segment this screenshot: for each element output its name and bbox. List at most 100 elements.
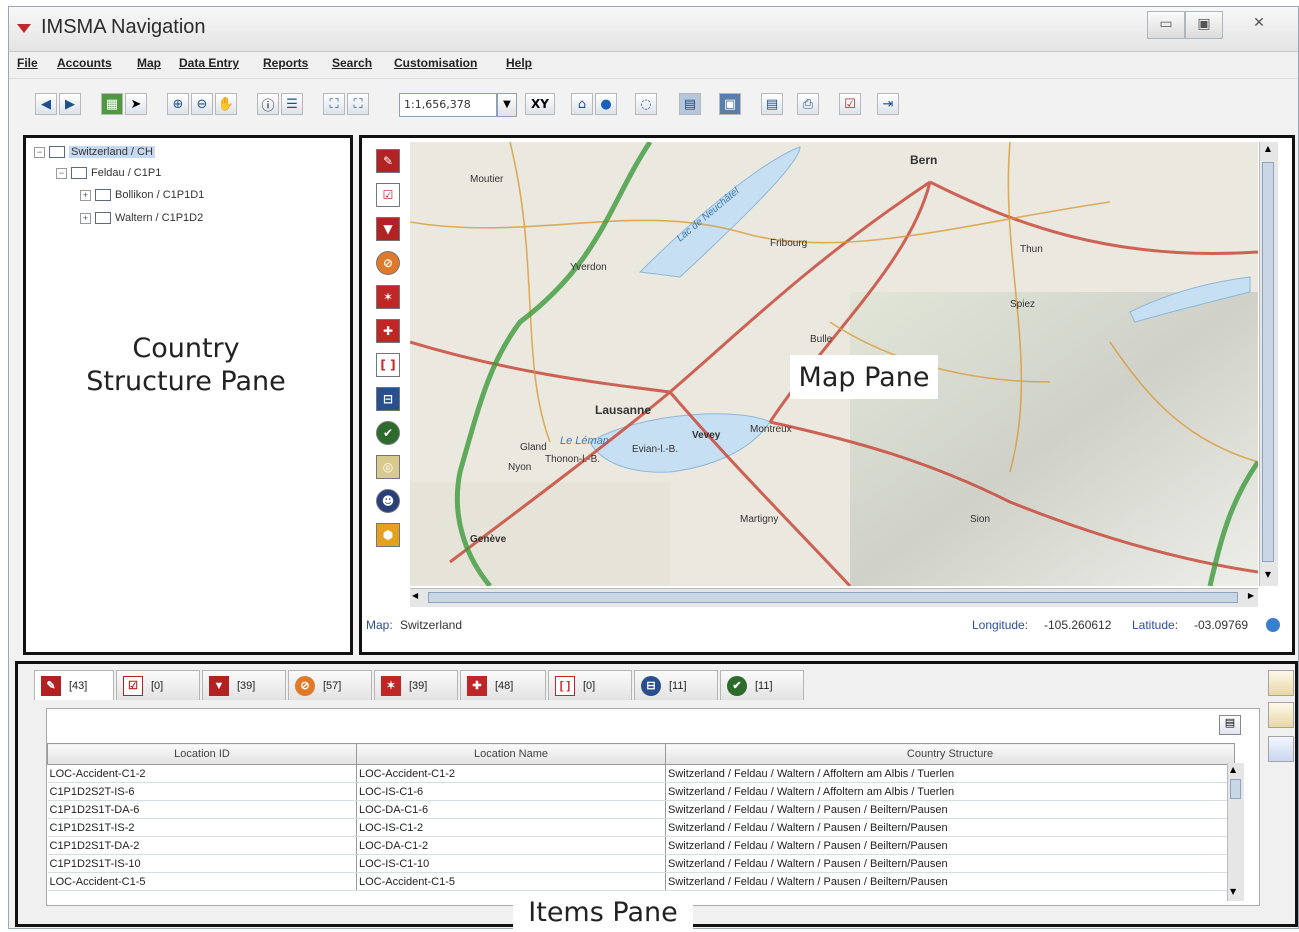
- app-menu-arrow-icon[interactable]: [17, 24, 31, 33]
- print-icon[interactable]: ⎙: [797, 93, 819, 115]
- scroll-right-icon[interactable]: ▶: [1248, 591, 1254, 600]
- scale-dropdown-chevron-icon[interactable]: ▼: [497, 93, 517, 117]
- menu-map[interactable]: Map: [137, 56, 161, 70]
- select-area-icon[interactable]: ▦: [101, 93, 123, 115]
- table-row[interactable]: C1P1D2S1T-IS-10 LOC-IS-C1-10 Switzerland /…: [47, 854, 1235, 873]
- form-icon[interactable]: ▤: [761, 93, 783, 115]
- table-row[interactable]: LOC-Accident-C1-2 LOC-Accident-C1-2 Switze…: [47, 764, 1235, 783]
- map-canvas[interactable]: Bern Lausanne Le Léman Vevey Genève Mont…: [410, 142, 1258, 586]
- tab-no-entry[interactable]: ⊘ [57]: [288, 670, 372, 700]
- menu-accounts[interactable]: Accounts: [57, 56, 112, 70]
- menu-customisation[interactable]: Customisation: [394, 56, 477, 70]
- forward-icon[interactable]: ▶: [59, 93, 81, 115]
- document-icon[interactable]: [1268, 736, 1294, 762]
- info-icon[interactable]: ⓘ: [257, 93, 279, 115]
- collapse-icon[interactable]: −: [56, 167, 67, 179]
- scroll-up-icon[interactable]: ▲: [1262, 144, 1274, 156]
- tab-completed[interactable]: ✔ [11]: [720, 670, 804, 700]
- hexagon-layer-icon[interactable]: ⬢: [376, 523, 400, 547]
- scroll-down-icon[interactable]: ▼: [1262, 570, 1274, 582]
- map-horizontal-scrollbar[interactable]: ◀ ▶: [410, 588, 1258, 607]
- collapse-icon[interactable]: −: [34, 146, 45, 158]
- maximize-button[interactable]: ▣: [1185, 11, 1223, 39]
- task-icon[interactable]: ☑: [839, 93, 861, 115]
- table-row[interactable]: C1P1D2S1T-DA-6 LOC-DA-C1-6 Switzerland / F…: [47, 800, 1235, 819]
- column-header-location-name[interactable]: Location Name: [356, 743, 666, 765]
- globe-icon[interactable]: ●: [595, 93, 617, 115]
- scroll-thumb[interactable]: [1262, 162, 1274, 562]
- map-overview-icon[interactable]: ▣: [719, 93, 741, 115]
- menu-data-entry[interactable]: Data Entry: [179, 56, 239, 70]
- bracket-layer-icon[interactable]: [ ]: [376, 353, 400, 377]
- tree-node-grandchild[interactable]: + Waltern / C1P1D2: [80, 212, 203, 224]
- column-header-location-id[interactable]: Location ID: [47, 743, 357, 765]
- check-layer-icon[interactable]: ✔: [376, 421, 400, 445]
- education-icon: ⊟: [641, 675, 661, 696]
- table-row[interactable]: C1P1D2S1T-DA-2 LOC-DA-C1-2 Switzerland / F…: [47, 836, 1235, 855]
- person-layer-icon[interactable]: ☻: [376, 489, 400, 513]
- star-layer-icon[interactable]: ✶: [376, 285, 400, 309]
- tab-star[interactable]: ✶ [39]: [374, 670, 458, 700]
- table-row[interactable]: C1P1D2S1T-IS-2 LOC-IS-C1-2 Switzerland / F…: [47, 818, 1235, 837]
- folder-icon: [49, 146, 65, 158]
- tree-node-root[interactable]: − Switzerland / CH: [34, 146, 155, 158]
- scroll-thumb[interactable]: [1230, 779, 1241, 799]
- scroll-left-icon[interactable]: ◀: [412, 591, 418, 600]
- globe-icon[interactable]: [1266, 618, 1280, 632]
- table-row[interactable]: C1P1D2S2T-IS-6 LOC-IS-C1-6 Switzerland / F…: [47, 782, 1235, 801]
- victim-layer-icon[interactable]: ✚: [376, 319, 400, 343]
- hazard-layer-icon[interactable]: ▼: [376, 217, 400, 241]
- tab-bracket[interactable]: [ ] [0]: [548, 670, 632, 700]
- cell-location-name: LOC-IS-C1-6: [356, 782, 666, 801]
- attach-icon[interactable]: [1268, 670, 1294, 696]
- scroll-up-icon[interactable]: ▲: [1230, 765, 1236, 774]
- table-options-icon[interactable]: ▤: [1219, 715, 1241, 735]
- map-view-icon[interactable]: ▤: [679, 93, 701, 115]
- scroll-down-icon[interactable]: ▼: [1230, 887, 1236, 896]
- tree-node-child[interactable]: − Feldau / C1P1: [56, 167, 161, 179]
- no-entry-layer-icon[interactable]: ⊘: [376, 251, 400, 275]
- table-row[interactable]: LOC-Accident-C1-5 LOC-Accident-C1-5 Switze…: [47, 872, 1235, 891]
- pan-hand-icon[interactable]: ✋: [215, 93, 237, 115]
- menu-search[interactable]: Search: [332, 56, 372, 70]
- map-vertical-scrollbar[interactable]: ▲ ▼: [1259, 142, 1278, 586]
- accident-layer-icon[interactable]: ✎: [376, 149, 400, 173]
- cell-country-structure: Switzerland / Feldau / Waltern / Pausen …: [665, 872, 1235, 891]
- close-button[interactable]: ✕: [1241, 11, 1277, 37]
- xy-goto-button[interactable]: XY: [525, 93, 555, 115]
- tab-accidents[interactable]: ✎ [43]: [34, 670, 114, 700]
- bracket-icon: [ ]: [555, 675, 575, 696]
- detach-icon[interactable]: [1268, 702, 1294, 728]
- layers-icon[interactable]: ☰: [281, 93, 303, 115]
- menu-help[interactable]: Help: [506, 56, 532, 70]
- zoom-in-icon[interactable]: ⊕: [167, 93, 189, 115]
- fit-extent-icon[interactable]: ⛶: [347, 93, 369, 115]
- ring-layer-icon[interactable]: ◎: [376, 455, 400, 479]
- search-icon[interactable]: ◌: [635, 93, 657, 115]
- menu-file[interactable]: File: [17, 56, 38, 70]
- map-place-label: Nyon: [508, 462, 531, 473]
- tab-tasks[interactable]: ☑ [0]: [116, 670, 200, 700]
- tab-education[interactable]: ⊟ [11]: [634, 670, 718, 700]
- map-place-label: Fribourg: [770, 238, 807, 249]
- home-icon[interactable]: ⌂: [571, 93, 593, 115]
- education-layer-icon[interactable]: ⊟: [376, 387, 400, 411]
- expand-icon[interactable]: +: [80, 189, 91, 201]
- tab-victims[interactable]: ✚ [48]: [460, 670, 546, 700]
- cell-location-id: C1P1D2S1T-IS-10: [47, 854, 357, 873]
- table-vertical-scrollbar[interactable]: ▲ ▼: [1227, 763, 1244, 901]
- tree-node-grandchild[interactable]: + Bollikon / C1P1D1: [80, 189, 204, 201]
- full-extent-icon[interactable]: ⛶: [323, 93, 345, 115]
- column-header-country-structure[interactable]: Country Structure: [665, 743, 1235, 765]
- minimize-button[interactable]: ▭: [1147, 11, 1185, 39]
- scroll-thumb[interactable]: [428, 592, 1238, 603]
- pointer-icon[interactable]: ➤: [125, 93, 147, 115]
- tab-hazards[interactable]: ▼ [39]: [202, 670, 286, 700]
- export-icon[interactable]: ⇥: [877, 93, 899, 115]
- menu-reports[interactable]: Reports: [263, 56, 308, 70]
- map-scale-input[interactable]: 1:1,656,378: [399, 93, 497, 117]
- back-icon[interactable]: ◀: [35, 93, 57, 115]
- task-layer-icon[interactable]: ☑: [376, 183, 400, 207]
- zoom-out-icon[interactable]: ⊖: [191, 93, 213, 115]
- expand-icon[interactable]: +: [80, 212, 91, 224]
